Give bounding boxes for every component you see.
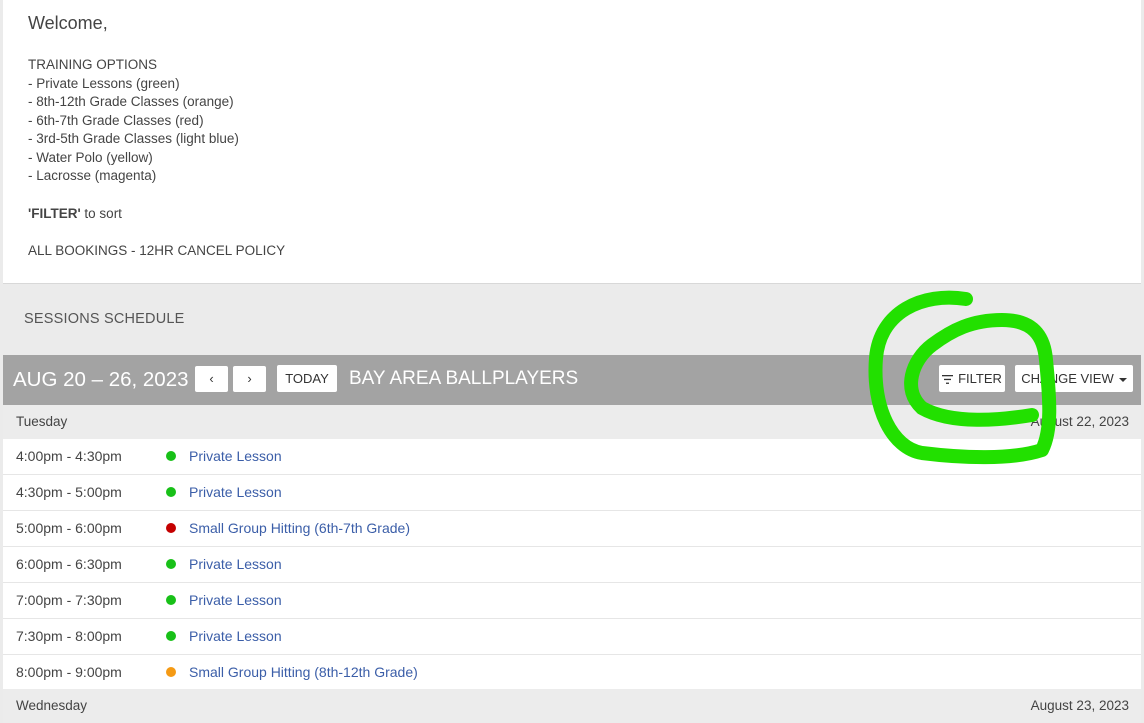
caret-down-icon [1118,377,1127,382]
day-name: Tuesday [16,414,68,429]
session-color-dot [166,451,176,461]
session-time: 7:00pm - 7:30pm [16,592,122,608]
session-link[interactable]: Small Group Hitting (6th-7th Grade) [189,520,410,536]
session-row: 4:00pm - 4:30pm Private Lesson [3,439,1141,475]
option-6th-7th-grade: - 6th-7th Grade Classes (red) [28,112,204,128]
session-time: 6:00pm - 6:30pm [16,556,122,572]
welcome-card: Welcome, TRAINING OPTIONS - Private Less… [3,0,1141,284]
session-row: 6:00pm - 6:30pm Private Lesson [3,547,1141,583]
day-date: August 23, 2023 [1030,698,1129,713]
sessions-schedule-title: SESSIONS SCHEDULE [24,311,185,327]
filter-button[interactable]: FILTER [939,365,1005,392]
session-link[interactable]: Private Lesson [189,592,282,608]
session-link[interactable]: Private Lesson [189,556,282,572]
session-link[interactable]: Private Lesson [189,628,282,644]
day-name: Wednesday [16,698,88,713]
option-lacrosse: - Lacrosse (magenta) [28,168,157,183]
day-header-tuesday: Tuesday August 22, 2023 [3,405,1141,439]
filter-keyword: 'FILTER' [28,205,81,221]
prev-week-button[interactable]: ‹ [195,366,228,392]
session-color-dot [166,667,176,677]
session-color-dot [166,559,176,569]
filter-button-label: FILTER [958,371,1002,386]
option-3rd-5th-grade: - 3rd-5th Grade Classes (light blue) [28,131,239,146]
next-week-button[interactable]: › [233,366,266,392]
session-row: 7:00pm - 7:30pm Private Lesson [3,583,1141,619]
option-private-lessons: - Private Lessons (green) [28,75,180,91]
session-row: 4:30pm - 5:00pm Private Lesson [3,475,1141,511]
filter-hint: 'FILTER' to sort [28,205,285,224]
welcome-body: TRAINING OPTIONS - Private Lessons (gree… [28,56,285,261]
day-date: August 22, 2023 [1030,414,1129,429]
org-name: BAY AREA BALLPLAYERS [349,368,579,389]
session-link[interactable]: Private Lesson [189,448,282,464]
date-range: AUG 20 – 26, 2023 [13,368,189,391]
option-water-polo: - Water Polo (yellow) [28,149,153,165]
schedule-toolbar: AUG 20 – 26, 2023 ‹ › TODAY BAY AREA BAL… [3,355,1141,405]
session-link[interactable]: Small Group Hitting (8th-12th Grade) [189,664,418,680]
session-row: 8:00pm - 9:00pm Small Group Hitting (8th… [3,655,1141,691]
day-header-wednesday: Wednesday August 23, 2023 [3,689,1141,723]
session-list: 4:00pm - 4:30pm Private Lesson 4:30pm - … [3,439,1141,691]
session-time: 5:00pm - 6:00pm [16,520,122,536]
filter-icon [942,366,954,393]
option-8th-12th-grade: - 8th-12th Grade Classes (orange) [28,94,234,109]
session-time: 4:30pm - 5:00pm [16,484,122,500]
cancel-policy: ALL BOOKINGS - 12HR CANCEL POLICY [28,243,286,258]
change-view-label: CHANGE VIEW [1021,371,1114,386]
session-link[interactable]: Private Lesson [189,484,282,500]
session-time: 4:00pm - 4:30pm [16,448,122,464]
session-color-dot [166,487,176,497]
welcome-title: Welcome, [28,13,108,33]
session-time: 8:00pm - 9:00pm [16,664,122,680]
session-time: 7:30pm - 8:00pm [16,628,122,644]
training-options-heading: TRAINING OPTIONS [28,57,158,72]
session-color-dot [166,523,176,533]
filter-hint-text: to sort [80,205,122,221]
change-view-button[interactable]: CHANGE VIEW [1015,365,1133,392]
session-row: 5:00pm - 6:00pm Small Group Hitting (6th… [3,511,1141,547]
session-color-dot [166,631,176,641]
session-color-dot [166,595,176,605]
today-button[interactable]: TODAY [277,365,337,392]
session-row: 7:30pm - 8:00pm Private Lesson [3,619,1141,655]
